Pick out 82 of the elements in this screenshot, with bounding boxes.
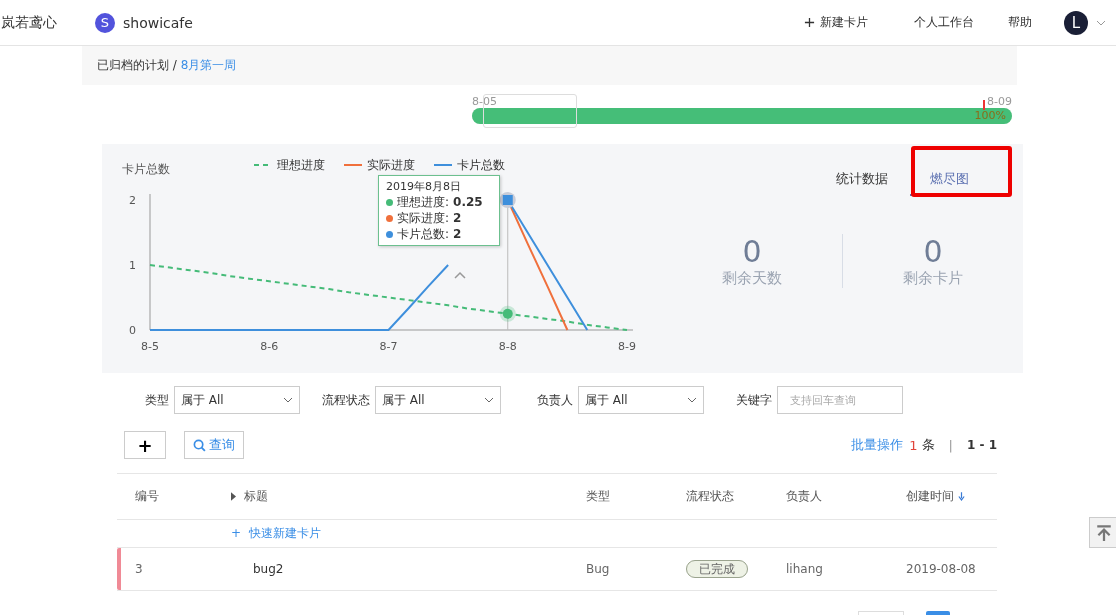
user-avatar[interactable]: L: [1064, 10, 1088, 35]
legend-item[interactable]: 理想进度: [253, 158, 325, 172]
plus-icon: [804, 17, 815, 28]
stat-value: 0: [923, 234, 943, 269]
stats-tab[interactable]: 统计数据: [834, 170, 890, 196]
table-cell-text: Bug: [586, 562, 611, 576]
search-icon: [193, 438, 206, 452]
page-range: 1 - 1: [966, 438, 997, 452]
breadcrumb: 已归档的计划 / 8月第一周: [97, 57, 237, 74]
progress-percent: 100%: [974, 109, 1006, 122]
tooltip-value: 0.25: [453, 194, 483, 210]
filter-label: 流程状态: [322, 391, 370, 409]
chevron-down-icon: [283, 397, 293, 403]
chevron-down-icon: [687, 397, 697, 403]
tooltip-value: 2: [453, 210, 462, 226]
selected-count: 1: [909, 437, 918, 453]
add-button[interactable]: +: [124, 431, 166, 459]
status-badge: 已完成: [686, 559, 748, 578]
table-cell-text: 3: [134, 562, 144, 576]
legend-item[interactable]: 卡片总数: [433, 158, 505, 172]
query-button[interactable]: 查询: [184, 431, 244, 459]
filter-label: 类型: [145, 391, 169, 409]
legend-label: 实际进度: [367, 158, 415, 172]
filter-select[interactable]: 属于 All: [174, 386, 300, 414]
x-tick-label: 8-7: [379, 340, 398, 353]
workspace-name[interactable]: 岚若鸢心: [1, 13, 57, 32]
end-date: 8-09: [987, 95, 1012, 108]
column-header: 标题: [244, 488, 268, 505]
filter-label: 负责人: [537, 391, 573, 409]
legend-item[interactable]: 实际进度: [343, 158, 415, 172]
new-card-link[interactable]: 新建卡片: [804, 14, 868, 31]
highlight-point: [499, 305, 516, 322]
column-header: 流程状态: [686, 489, 734, 503]
table-cell-text: 2019-08-08: [906, 562, 977, 576]
legend-label: 理想进度: [277, 158, 325, 172]
start-date: 8-05: [472, 95, 497, 108]
stat-label: 剩余天数: [722, 269, 782, 288]
highlight-point: [499, 192, 516, 208]
stat-value: 0: [742, 234, 762, 269]
filter-select[interactable]: 属于 All: [578, 386, 704, 414]
card-title[interactable]: bug2: [231, 562, 586, 576]
header-link[interactable]: 个人工作台: [914, 14, 974, 31]
tooltip-date: 2019年8月8日: [386, 179, 462, 194]
y-axis-title: 卡片总数: [122, 162, 170, 176]
tooltip-label: 实际进度:: [397, 210, 450, 226]
x-tick-label: 8-5: [141, 340, 159, 353]
column-header: 类型: [586, 489, 610, 503]
header-link[interactable]: 帮助: [1008, 14, 1032, 31]
legend-label: 卡片总数: [457, 158, 505, 172]
table-cell-text: lihang: [786, 562, 824, 576]
filter-select[interactable]: 属于 All: [375, 386, 501, 414]
column-header: 编号: [135, 489, 159, 503]
expand-icon[interactable]: [231, 492, 236, 501]
project-logo: S: [95, 12, 115, 33]
stats-tab[interactable]: 燃尽图: [910, 170, 989, 196]
column-header: 负责人: [786, 489, 822, 503]
x-tick-label: 8-6: [260, 340, 279, 353]
table-row[interactable]: 3 bug2 Bug 已完成 lihang 2019-08-08: [117, 548, 997, 591]
y-tick-label: 1: [129, 259, 136, 272]
y-tick-label: 2: [129, 194, 136, 207]
chevron-down-icon: [484, 397, 494, 403]
back-to-top-button[interactable]: [1089, 517, 1116, 548]
y-tick-label: 0: [129, 324, 136, 337]
keyword-input[interactable]: 支持回车查询: [777, 386, 903, 414]
stat-label: 剩余卡片: [903, 269, 963, 288]
sort-down-icon[interactable]: [958, 492, 965, 501]
chevron-down-icon[interactable]: [1096, 19, 1106, 26]
column-header[interactable]: 创建时间: [906, 488, 954, 505]
x-tick-label: 8-8: [498, 340, 517, 353]
tooltip-label: 卡片总数:: [397, 226, 450, 242]
separator: |: [948, 437, 953, 453]
today-marker: [983, 100, 985, 110]
arrow-up-icon: [1095, 523, 1113, 542]
count-unit: 条: [921, 436, 935, 454]
x-tick-label: 8-9: [618, 340, 636, 353]
tooltip-value: 2: [453, 226, 462, 242]
chevron-up-icon[interactable]: [454, 271, 466, 279]
quick-add-link[interactable]: + 快速新建卡片: [231, 525, 321, 542]
batch-link[interactable]: 批量操作: [851, 436, 904, 454]
filter-label: 关键字: [736, 391, 772, 409]
tooltip-label: 理想进度:: [397, 194, 450, 210]
project-name[interactable]: showicafe: [123, 14, 193, 31]
